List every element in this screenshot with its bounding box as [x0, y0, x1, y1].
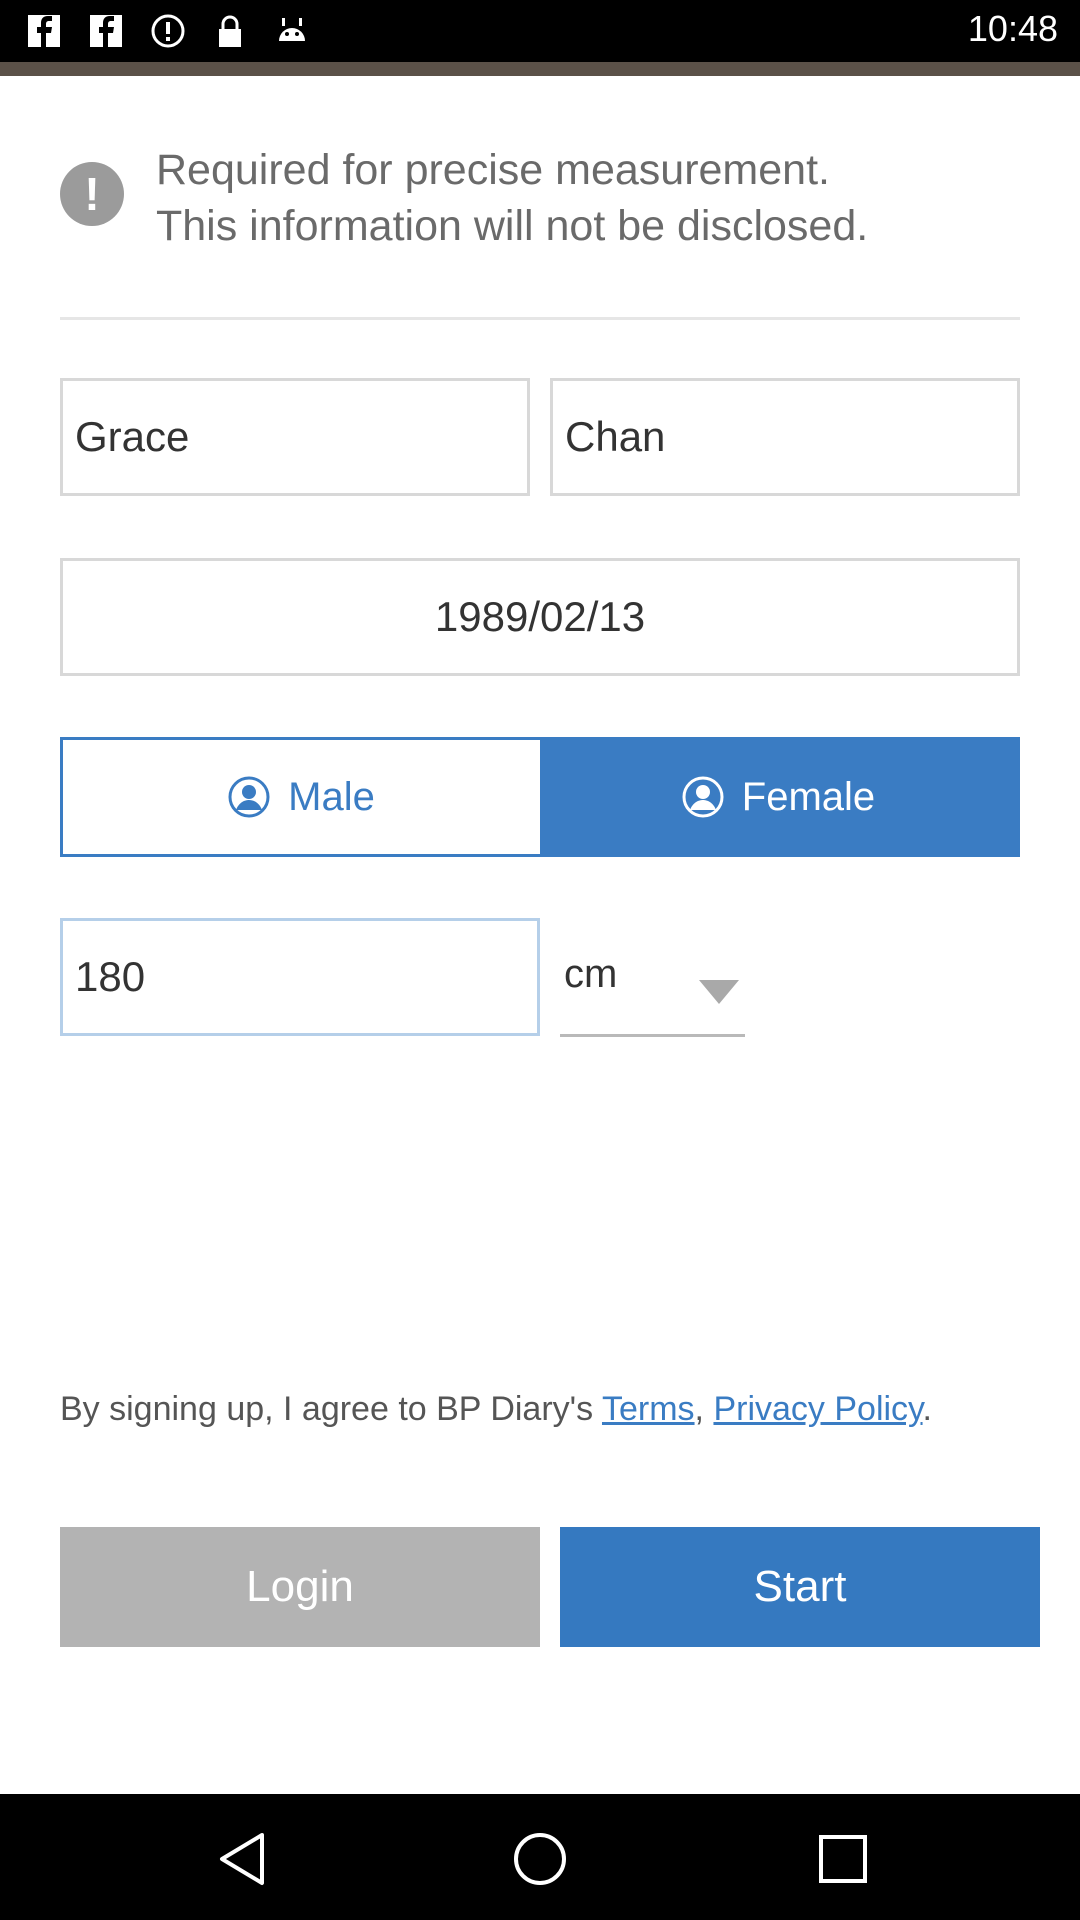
status-bar: 10:48	[0, 0, 1080, 62]
home-icon[interactable]	[505, 1824, 575, 1894]
lock-icon	[210, 12, 250, 50]
height-input[interactable]: 180	[60, 918, 540, 1036]
privacy-policy-link[interactable]: Privacy Policy	[713, 1390, 922, 1428]
gender-selector: Male Female	[60, 737, 1020, 857]
terms-link[interactable]: Terms	[602, 1390, 695, 1428]
start-button[interactable]: Start	[560, 1527, 1040, 1647]
person-icon	[682, 776, 724, 818]
android-icon	[272, 12, 312, 50]
gender-female-option[interactable]: Female	[540, 740, 1017, 854]
facebook-icon	[24, 12, 64, 50]
clock: 10:48	[967, 8, 1058, 49]
gender-female-label: Female	[741, 774, 876, 819]
agreement-suffix: .	[922, 1390, 932, 1428]
unit-dropdown[interactable]: cm	[560, 916, 745, 1037]
person-icon	[228, 776, 270, 818]
app-header-bar	[0, 62, 1080, 76]
last-name-field[interactable]: Chan	[550, 378, 1020, 496]
unit-value: cm	[564, 952, 618, 996]
gender-male-label: Male	[288, 774, 375, 819]
agreement-separator: ,	[694, 1390, 714, 1428]
alert-circle-icon	[148, 12, 188, 50]
notice-line-2: This information will not be disclosed.	[156, 202, 869, 250]
recents-icon[interactable]	[808, 1824, 878, 1894]
agreement-prefix: By signing up, I agree to BP Diary's	[60, 1390, 602, 1428]
gender-male-option[interactable]: Male	[63, 740, 540, 854]
notice-line-1: Required for precise measurement.	[156, 146, 830, 194]
chevron-down-icon	[699, 980, 739, 1004]
notice-text: Required for precise measurement. This i…	[156, 142, 1016, 254]
navigation-bar	[0, 1794, 1080, 1920]
first-name-field[interactable]: Grace	[60, 378, 530, 496]
agreement-text: By signing up, I agree to BP Diary's Ter…	[60, 1390, 932, 1429]
birth-date-field[interactable]: 1989/02/13	[60, 558, 1020, 676]
back-icon[interactable]	[207, 1824, 277, 1894]
facebook-icon	[86, 12, 126, 50]
login-button[interactable]: Login	[60, 1527, 540, 1647]
divider	[60, 317, 1020, 320]
exclamation-icon: !	[60, 162, 124, 226]
